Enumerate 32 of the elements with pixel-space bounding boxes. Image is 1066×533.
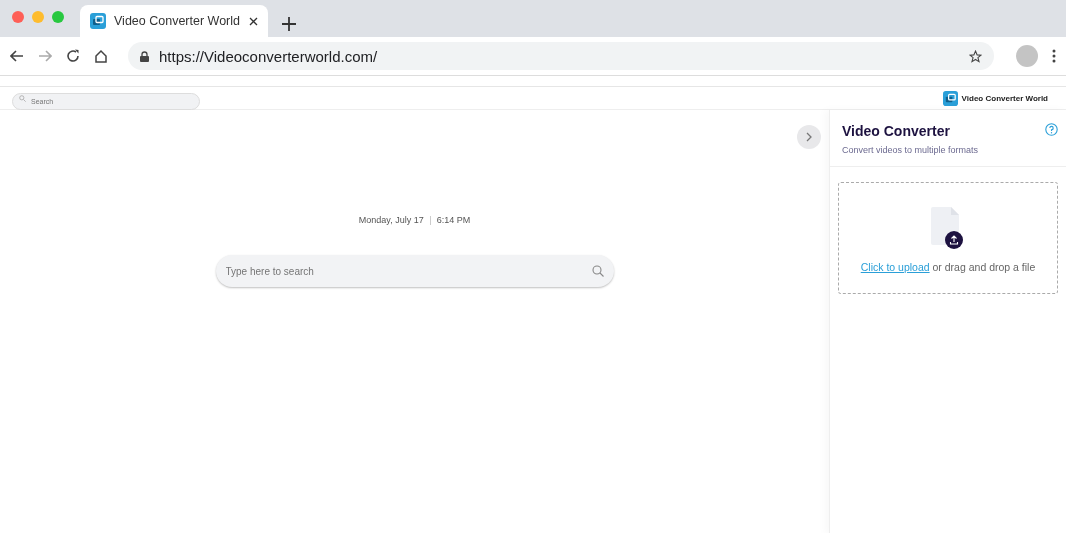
drop-zone[interactable]: Click to upload or drag and drop a file bbox=[838, 182, 1058, 294]
lock-icon bbox=[140, 50, 149, 62]
profile-avatar[interactable] bbox=[1016, 45, 1038, 67]
address-bar[interactable]: https://Videoconverterworld.com/ bbox=[128, 42, 994, 70]
window-control-icon[interactable] bbox=[12, 11, 24, 23]
chevron-right-icon bbox=[806, 132, 812, 142]
help-icon[interactable] bbox=[1045, 123, 1058, 136]
close-icon[interactable] bbox=[249, 16, 258, 26]
panel-title: Video Converter bbox=[842, 123, 951, 139]
window-control-icon[interactable] bbox=[52, 11, 64, 23]
new-tab-icon[interactable] bbox=[282, 17, 296, 31]
url-text: https://Videoconverterworld.com/ bbox=[159, 47, 379, 65]
time-text: 6:14 PM bbox=[436, 215, 471, 225]
collapse-button[interactable] bbox=[797, 125, 821, 149]
panel-subtitle: Convert videos to multiple formats bbox=[842, 145, 979, 155]
date-text: Monday, July 17 bbox=[358, 215, 424, 225]
reload-icon[interactable] bbox=[66, 49, 80, 63]
tab-title: Video Converter World bbox=[114, 14, 241, 28]
upload-hint: Click to upload or drag and drop a file bbox=[860, 261, 1036, 273]
search-field[interactable]: Type here to search bbox=[215, 255, 614, 287]
browser-tab[interactable]: Video Converter World bbox=[80, 5, 268, 37]
home-icon[interactable] bbox=[94, 49, 108, 63]
back-icon[interactable] bbox=[10, 50, 24, 62]
search-icon bbox=[19, 94, 26, 102]
brand-name: Video Converter World bbox=[961, 93, 1048, 103]
app-logo-icon bbox=[90, 13, 106, 29]
star-icon[interactable] bbox=[969, 49, 982, 63]
search-icon[interactable] bbox=[591, 265, 604, 277]
forward-icon[interactable] bbox=[38, 50, 52, 62]
more-icon[interactable] bbox=[1052, 49, 1056, 63]
file-upload-icon bbox=[931, 207, 965, 249]
app-logo-icon bbox=[942, 90, 958, 106]
